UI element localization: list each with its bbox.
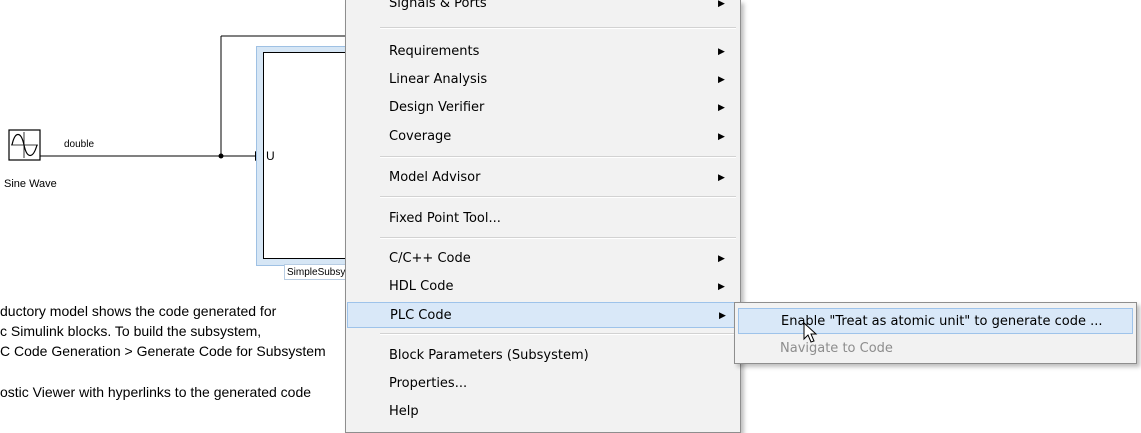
menu-separator: [380, 333, 736, 335]
menu-item-label: C/C++ Code: [389, 251, 471, 266]
menu-item-label: Signals & Ports: [389, 0, 487, 11]
menu-item-hdl-code[interactable]: HDL Code ▶: [346, 274, 740, 300]
menu-item-plc-code[interactable]: PLC Code ▶: [347, 302, 739, 328]
submenu-arrow-icon: ▶: [718, 173, 725, 183]
menu-separator: [380, 237, 736, 239]
menu-item-requirements[interactable]: Requirements ▶: [346, 39, 740, 65]
menu-item-label: Design Verifier: [389, 100, 485, 115]
description-line: ductory model shows the code generated f…: [0, 303, 277, 319]
submenu-arrow-icon: ▶: [718, 0, 725, 9]
menu-item-label: Linear Analysis: [389, 72, 488, 87]
menu-separator: [380, 27, 736, 29]
submenu-arrow-icon: ▶: [718, 103, 725, 113]
menu-item-label: Coverage: [389, 129, 452, 144]
menu-item-label: Properties...: [389, 376, 468, 391]
menu-item-label: Model Advisor: [389, 170, 481, 185]
submenu-arrow-icon: ▶: [718, 132, 725, 142]
subsystem-block[interactable]: [263, 52, 353, 259]
menu-item-label: Navigate to Code: [780, 341, 893, 356]
menu-item-label: Block Parameters (Subsystem): [389, 348, 589, 363]
menu-item-signals-ports[interactable]: Signals & Ports ▶: [346, 0, 740, 26]
menu-item-label: HDL Code: [389, 279, 454, 294]
menu-item-label: Help: [389, 404, 419, 419]
menu-item-label: Fixed Point Tool...: [389, 211, 501, 226]
menu-item-properties[interactable]: Properties...: [346, 371, 740, 397]
menu-item-fixed-point-tool[interactable]: Fixed Point Tool...: [346, 206, 740, 232]
sine-wave-label: Sine Wave: [4, 178, 57, 190]
menu-item-block-parameters[interactable]: Block Parameters (Subsystem): [346, 343, 740, 369]
menu-item-label: Enable "Treat as atomic unit" to generat…: [781, 314, 1103, 329]
menu-item-label: PLC Code: [390, 308, 452, 323]
submenu-arrow-icon: ▶: [718, 282, 725, 292]
menu-item-help[interactable]: Help: [346, 399, 740, 425]
submenu-arrow-icon: ▶: [719, 311, 726, 321]
menu-item-cpp-code[interactable]: C/C++ Code ▶: [346, 246, 740, 272]
submenu-arrow-icon: ▶: [718, 254, 725, 264]
menu-separator: [380, 196, 736, 198]
submenu-arrow-icon: ▶: [718, 75, 725, 85]
submenu-arrow-icon: ▶: [718, 47, 725, 57]
menu-item-coverage[interactable]: Coverage ▶: [346, 124, 740, 150]
menu-item-enable-atomic-unit[interactable]: Enable "Treat as atomic unit" to generat…: [738, 308, 1133, 334]
menu-item-label: Requirements: [389, 44, 480, 59]
plc-code-submenu: Enable "Treat as atomic unit" to generat…: [734, 302, 1137, 364]
description-line: C Code Generation > Generate Code for Su…: [0, 343, 326, 359]
menu-item-navigate-to-code: Navigate to Code: [738, 336, 1133, 362]
inport-label: U: [266, 149, 275, 163]
description-line: ostic Viewer with hyperlinks to the gene…: [0, 384, 312, 400]
subsystem-name-label[interactable]: SimpleSubsystem: [284, 264, 348, 280]
mouse-cursor-icon: [803, 322, 818, 343]
signal-type-label: double: [64, 139, 95, 150]
menu-item-design-verifier[interactable]: Design Verifier ▶: [346, 95, 740, 121]
description-line: c Simulink blocks. To build the subsyste…: [0, 323, 262, 339]
context-menu: Signals & Ports ▶ Requirements ▶ Linear …: [345, 0, 741, 433]
sine-wave-block[interactable]: [8, 129, 41, 161]
menu-item-linear-analysis[interactable]: Linear Analysis ▶: [346, 67, 740, 93]
menu-item-model-advisor[interactable]: Model Advisor ▶: [346, 165, 740, 191]
menu-separator: [380, 156, 736, 158]
